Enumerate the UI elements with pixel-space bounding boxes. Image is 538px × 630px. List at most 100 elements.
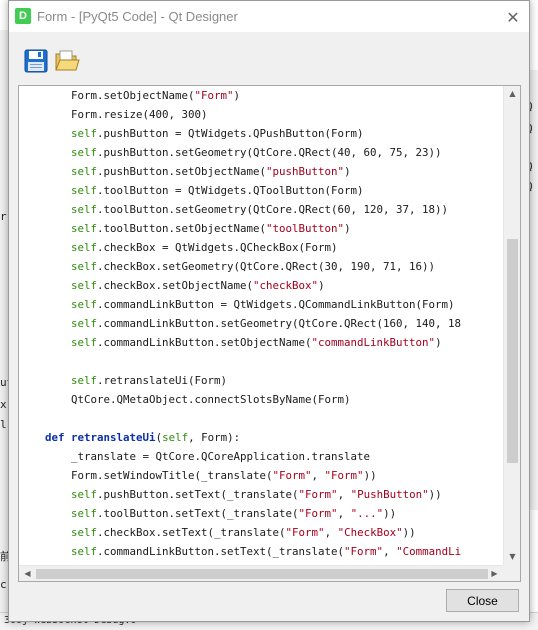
code-token: self bbox=[71, 165, 98, 178]
code-token: ) bbox=[344, 222, 351, 235]
code-token: self bbox=[71, 127, 98, 140]
code-token: "CheckBox" bbox=[337, 526, 403, 539]
code-line: self.toolButton.setObjectName("toolButto… bbox=[19, 219, 351, 238]
code-token: self bbox=[71, 317, 98, 330]
title-bar: D Form - [PyQt5 Code] - Qt Designer ✕ bbox=[9, 1, 529, 32]
save-button[interactable] bbox=[23, 48, 49, 74]
code-token: ) bbox=[318, 279, 325, 292]
background-fragment: x bbox=[0, 398, 7, 411]
code-token: .checkBox.setGeometry(QtCore.QRect(30, 1… bbox=[97, 260, 436, 273]
scroll-right-arrow-icon[interactable]: ▶ bbox=[486, 569, 503, 578]
code-token: retranslateUi bbox=[71, 431, 156, 444]
code-token: .pushButton.setGeometry(QtCore.QRect(40,… bbox=[97, 146, 442, 159]
code-token: )) bbox=[383, 507, 397, 520]
code-token: self bbox=[71, 279, 98, 292]
code-token: "..." bbox=[350, 507, 384, 520]
code-token: .retranslateUi(Form) bbox=[97, 374, 228, 387]
horizontal-scroll-thumb[interactable] bbox=[36, 569, 488, 579]
code-token: , bbox=[337, 507, 351, 520]
background-fragment: r bbox=[0, 210, 7, 223]
code-line: self.pushButton.setObjectName("pushButto… bbox=[19, 162, 351, 181]
code-line: self.commandLinkButton.setObjectName("co… bbox=[19, 333, 442, 352]
code-token: "CommandLi bbox=[396, 545, 462, 558]
code-token: "checkBox" bbox=[253, 279, 319, 292]
code-token: Form.resize(400, 300) bbox=[19, 108, 208, 121]
code-token: .commandLinkButton = QtWidgets.QCommandL… bbox=[97, 298, 455, 311]
scrollbar-corner bbox=[503, 565, 520, 581]
code-token: ) bbox=[233, 89, 241, 102]
code-token: .commandLinkButton.setGeometry(QtCore.QR… bbox=[97, 317, 462, 330]
toolbar bbox=[9, 32, 529, 82]
save-icon bbox=[24, 49, 48, 73]
code-token: QtCore.QMetaObject.connectSlotsByName(Fo… bbox=[19, 393, 351, 406]
code-token: .commandLinkButton.setObjectName( bbox=[97, 336, 312, 349]
code-token: "Form" bbox=[285, 526, 325, 539]
code-line: self.checkBox.setGeometry(QtCore.QRect(3… bbox=[19, 257, 435, 276]
scroll-left-arrow-icon[interactable]: ◀ bbox=[19, 569, 36, 578]
code-token: "Form" bbox=[298, 507, 338, 520]
code-token: "commandLinkButton" bbox=[311, 336, 436, 349]
code-token: self bbox=[71, 507, 98, 520]
code-token: self bbox=[71, 545, 98, 558]
code-line: self.toolButton.setGeometry(QtCore.QRect… bbox=[19, 200, 448, 219]
vertical-scrollbar[interactable]: ▲ ▼ bbox=[503, 86, 520, 565]
code-token: "Form" bbox=[194, 89, 234, 102]
code-line: Form.setObjectName("Form") bbox=[19, 86, 240, 105]
code-token: )) bbox=[363, 469, 377, 482]
code-token: _translate = QtCore.QCoreApplication.tra… bbox=[19, 450, 371, 463]
code-editor[interactable]: Form.setObjectName("Form") Form.resize(4… bbox=[18, 85, 521, 582]
code-line: QtCore.QMetaObject.connectSlotsByName(Fo… bbox=[19, 390, 351, 409]
code-token: , bbox=[324, 526, 338, 539]
code-token: .pushButton.setObjectName( bbox=[97, 165, 267, 178]
code-line: self.pushButton.setText(_translate("Form… bbox=[19, 485, 442, 504]
code-token: Form.setWindowTitle(_translate( bbox=[19, 469, 273, 482]
code-token: "PushButton" bbox=[350, 488, 429, 501]
code-token: "toolButton" bbox=[266, 222, 345, 235]
code-token: self bbox=[71, 203, 98, 216]
code-line: _translate = QtCore.QCoreApplication.tra… bbox=[19, 447, 370, 466]
close-icon[interactable]: ✕ bbox=[501, 5, 525, 29]
code-line: self.toolButton = QtWidgets.QToolButton(… bbox=[19, 181, 364, 200]
code-token: .toolButton.setObjectName( bbox=[97, 222, 267, 235]
open-button[interactable] bbox=[54, 48, 80, 74]
code-token: "Form" bbox=[324, 469, 364, 482]
vertical-scroll-thumb[interactable] bbox=[507, 239, 518, 463]
open-folder-icon bbox=[55, 50, 80, 71]
background-fragment: c bbox=[0, 578, 7, 591]
code-line: self.toolButton.setText(_translate("Form… bbox=[19, 504, 396, 523]
scroll-up-arrow-icon[interactable]: ▲ bbox=[504, 89, 520, 98]
code-token: self bbox=[71, 146, 98, 159]
code-line: self.checkBox = QtWidgets.QCheckBox(Form… bbox=[19, 238, 338, 257]
code-viewer-dialog: D Form - [PyQt5 Code] - Qt Designer ✕ Fo… bbox=[8, 0, 530, 622]
code-token: )) bbox=[428, 488, 442, 501]
scroll-down-arrow-icon[interactable]: ▼ bbox=[504, 552, 520, 561]
code-token: )) bbox=[402, 526, 416, 539]
code-token: , bbox=[311, 469, 325, 482]
code-text-area[interactable]: Form.setObjectName("Form") Form.resize(4… bbox=[19, 86, 503, 565]
close-button[interactable]: Close bbox=[446, 589, 519, 612]
code-line: self.checkBox.setText(_translate("Form",… bbox=[19, 523, 416, 542]
code-token: , Form): bbox=[188, 431, 241, 444]
code-token: , bbox=[337, 488, 351, 501]
code-token: self bbox=[71, 526, 98, 539]
code-line: self.retranslateUi(Form) bbox=[19, 371, 227, 390]
window-title: Form - [PyQt5 Code] - Qt Designer bbox=[37, 9, 238, 24]
code-token: "Form" bbox=[272, 469, 312, 482]
code-token: self bbox=[162, 431, 189, 444]
code-token: self bbox=[71, 260, 98, 273]
horizontal-scrollbar[interactable]: ◀ ▶ bbox=[19, 565, 503, 581]
code-line: self.commandLinkButton = QtWidgets.QComm… bbox=[19, 295, 455, 314]
code-token: .pushButton = QtWidgets.QPushButton(Form… bbox=[97, 127, 364, 140]
